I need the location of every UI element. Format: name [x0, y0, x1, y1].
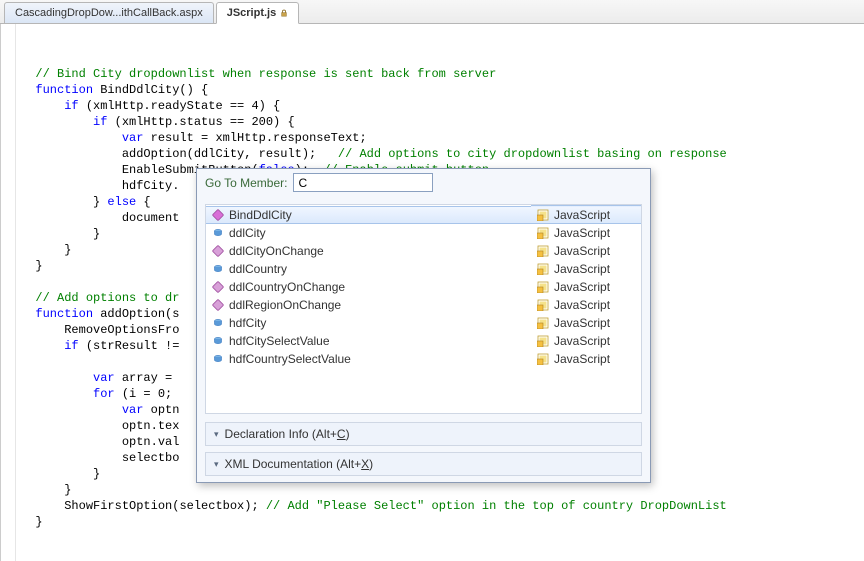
javascript-file-icon [537, 227, 549, 239]
member-row[interactable]: ddlRegionOnChange JavaScript [206, 296, 641, 314]
member-name: ddlRegionOnChange [229, 298, 341, 312]
member-lang: JavaScript [554, 244, 610, 258]
goto-member-popup: Go To Member: BindDdlCityJavaScriptddlCi… [196, 168, 651, 483]
tab-label: JScript.js [227, 7, 277, 19]
panel-label: Declaration Info (Alt+C) [225, 427, 350, 441]
member-row[interactable]: BindDdlCity JavaScript [206, 206, 641, 224]
member-row[interactable]: ddlCountryOnChange JavaScript [206, 278, 641, 296]
javascript-file-icon [537, 245, 549, 257]
member-lang: JavaScript [554, 280, 610, 294]
popup-title: Go To Member: [205, 176, 287, 190]
lock-icon [280, 9, 288, 17]
chevron-down-icon: ▾ [214, 429, 219, 440]
member-name: ddlCountry [229, 262, 287, 276]
javascript-file-icon [537, 353, 549, 365]
member-row[interactable]: ddlCity JavaScript [206, 224, 641, 242]
member-name: ddlCityOnChange [229, 244, 324, 258]
member-name: hdfCountrySelectValue [229, 352, 351, 366]
tab-bar: CascadingDropDow...ithCallBack.aspx JScr… [0, 0, 864, 24]
member-kind-icon [212, 281, 224, 293]
goto-member-input[interactable] [293, 173, 433, 192]
member-name: ddlCountryOnChange [229, 280, 345, 294]
member-kind-icon [212, 353, 224, 365]
tab-jscript[interactable]: JScript.js [216, 2, 300, 24]
chevron-down-icon: ▾ [214, 459, 219, 470]
member-lang: JavaScript [554, 226, 610, 240]
member-name: ddlCity [229, 226, 266, 240]
member-name: hdfCity [229, 316, 266, 330]
member-name: BindDdlCity [229, 208, 292, 222]
member-kind-icon [212, 299, 224, 311]
javascript-file-icon [537, 263, 549, 275]
javascript-file-icon [537, 317, 549, 329]
member-kind-icon [212, 227, 224, 239]
member-lang: JavaScript [554, 298, 610, 312]
member-kind-icon [212, 317, 224, 329]
tab-cascading[interactable]: CascadingDropDow...ithCallBack.aspx [4, 2, 214, 23]
member-lang: JavaScript [554, 316, 610, 330]
member-kind-icon [212, 335, 224, 347]
tab-label: CascadingDropDow...ithCallBack.aspx [15, 7, 203, 19]
member-lang: JavaScript [554, 262, 610, 276]
panel-label: XML Documentation (Alt+X) [225, 457, 374, 471]
member-lang: JavaScript [554, 208, 610, 222]
member-row[interactable]: hdfCitySelectValue JavaScript [206, 332, 641, 350]
javascript-file-icon [537, 299, 549, 311]
member-row[interactable]: ddlCountry JavaScript [206, 260, 641, 278]
popup-header: Go To Member: [197, 169, 650, 196]
member-table: BindDdlCityJavaScriptddlCityJavaScriptdd… [206, 205, 641, 368]
editor-gutter [1, 24, 16, 561]
member-kind-icon [212, 263, 224, 275]
member-lang: JavaScript [554, 334, 610, 348]
member-list[interactable]: BindDdlCityJavaScriptddlCityJavaScriptdd… [205, 204, 642, 414]
javascript-file-icon [537, 335, 549, 347]
javascript-file-icon [537, 281, 549, 293]
member-row[interactable]: hdfCity JavaScript [206, 314, 641, 332]
member-kind-icon [212, 209, 224, 221]
declaration-info-panel[interactable]: ▾ Declaration Info (Alt+C) [205, 422, 642, 446]
member-kind-icon [212, 245, 224, 257]
member-name: hdfCitySelectValue [229, 334, 330, 348]
member-row[interactable]: hdfCountrySelectValue JavaScript [206, 350, 641, 368]
xml-documentation-panel[interactable]: ▾ XML Documentation (Alt+X) [205, 452, 642, 476]
javascript-file-icon [537, 209, 549, 221]
member-lang: JavaScript [554, 352, 610, 366]
member-row[interactable]: ddlCityOnChange JavaScript [206, 242, 641, 260]
